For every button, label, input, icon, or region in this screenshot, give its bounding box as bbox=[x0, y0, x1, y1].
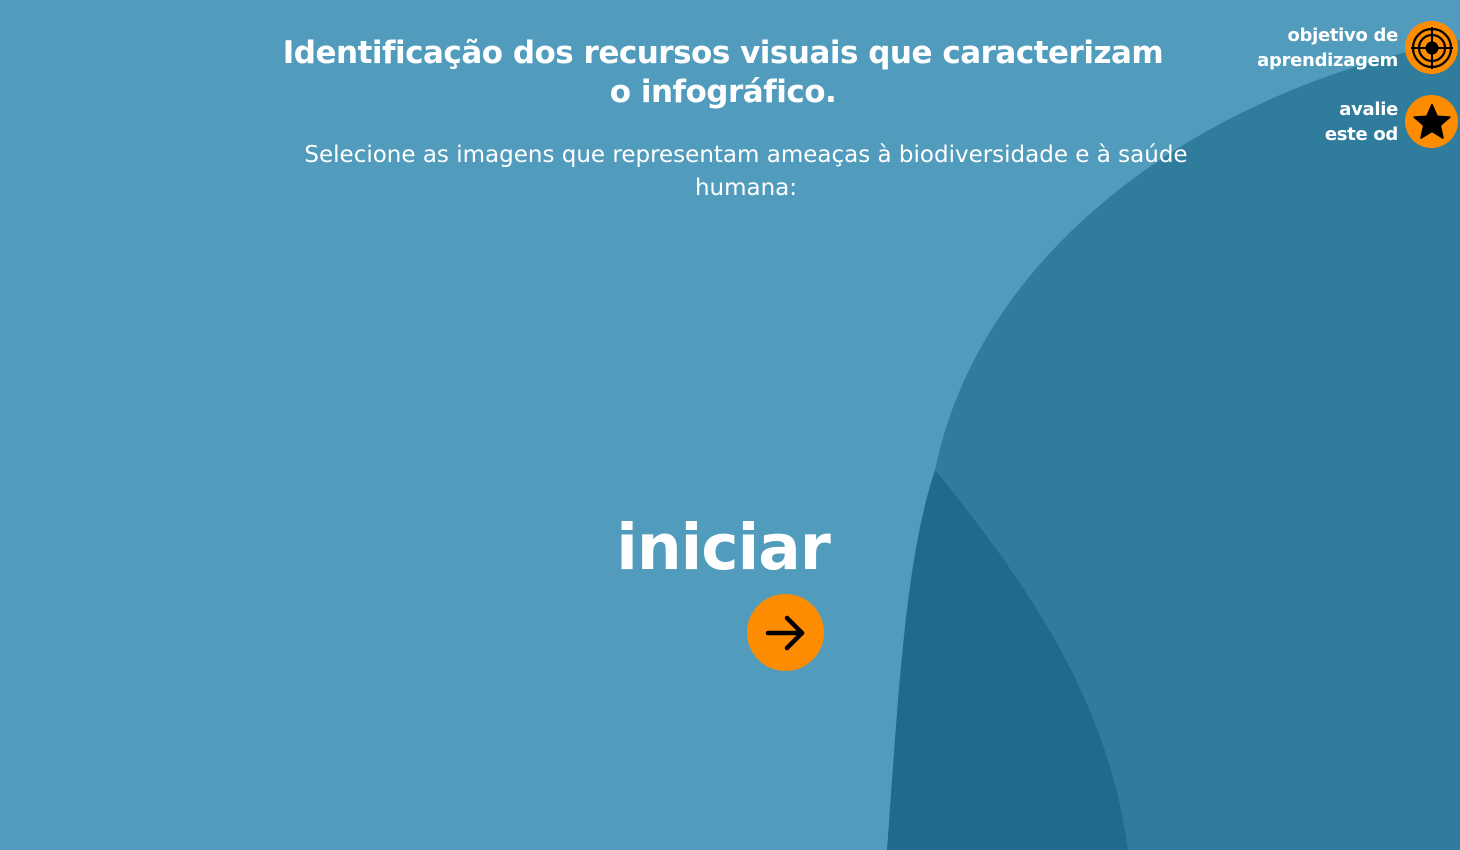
background-waves bbox=[887, 40, 1460, 850]
target-icon[interactable] bbox=[1405, 21, 1458, 74]
rate-object-label: avalie este od bbox=[1325, 97, 1398, 147]
star-icon[interactable] bbox=[1405, 95, 1458, 148]
rate-object-label-line2: este od bbox=[1324, 123, 1398, 145]
learning-objective-button[interactable]: objetivo de aprendizagem bbox=[1257, 21, 1458, 74]
rate-object-label-line1: avalie bbox=[1339, 98, 1398, 120]
start-button[interactable] bbox=[747, 594, 824, 671]
arrow-right-icon bbox=[765, 615, 804, 650]
start-label: iniciar bbox=[616, 511, 831, 584]
learning-objective-label: objetivo de aprendizagem bbox=[1257, 23, 1398, 73]
instruction-text: Selecione as imagens que representam ame… bbox=[304, 142, 1188, 201]
page-title: Identificação dos recursos visuais que c… bbox=[282, 35, 1164, 110]
learning-objective-label-line1: objetivo de bbox=[1287, 24, 1398, 46]
rate-object-button[interactable]: avalie este od bbox=[1325, 95, 1458, 148]
learning-objective-label-line2: aprendizagem bbox=[1257, 49, 1398, 71]
